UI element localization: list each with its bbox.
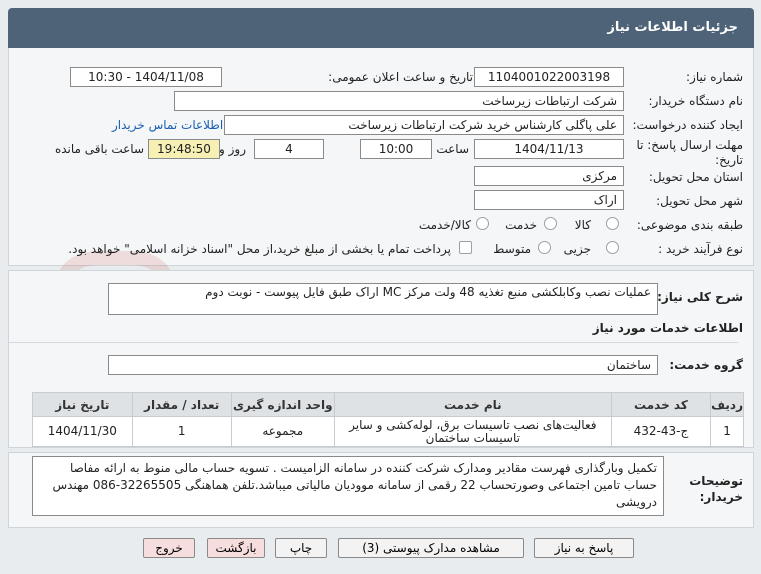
- buyer-notes-field: تکمیل وبارگذاری فهرست مقادیر ومدارک شرکت…: [32, 456, 664, 516]
- page-header: جزئیات اطلاعات نیاز: [8, 8, 754, 48]
- cell-unit: مجموعه: [230, 416, 335, 447]
- province-label: استان محل تحویل:: [648, 170, 743, 184]
- creator-field: علی پاگلی کارشناس خرید شرکت ارتباطات زیر…: [224, 115, 624, 135]
- service-group-label: گروه خدمت:: [669, 358, 743, 372]
- days-field: 4: [254, 139, 324, 159]
- process-option-minor: جزیی: [563, 242, 591, 256]
- service-group-field: ساختمان: [108, 355, 658, 375]
- notes-label: توضیحات: [689, 474, 743, 488]
- category-label: طبقه بندی موضوعی:: [636, 218, 743, 232]
- section-divider: [8, 342, 738, 343]
- deadline-date-field: 1404/11/13: [474, 139, 624, 159]
- remaining-label: ساعت باقی مانده: [54, 142, 144, 156]
- remaining-time-field: 19:48:50: [148, 139, 220, 159]
- table-row: 1 ج-43-432 فعالیت‌های نصب تاسیسات برق، ل…: [32, 416, 744, 447]
- cell-service-name: فعالیت‌های نصب تاسیسات برق، لوله‌کشی و س…: [333, 416, 612, 447]
- exit-button[interactable]: خروج: [143, 538, 195, 558]
- col-need-date: تاریخ نیاز: [32, 392, 133, 417]
- process-radio-minor[interactable]: [606, 241, 619, 254]
- buyer-contact-link[interactable]: اطلاعات تماس خریدار: [112, 118, 223, 132]
- city-field: اراک: [474, 190, 624, 210]
- days-label: روز و: [219, 142, 246, 156]
- category-option-service: خدمت: [505, 218, 537, 232]
- buyer-field: شرکت ارتباطات زیرساخت: [174, 91, 624, 111]
- process-radio-medium[interactable]: [538, 241, 551, 254]
- col-service-code: کد خدمت: [610, 392, 712, 417]
- col-service-name: نام خدمت: [333, 392, 612, 417]
- print-button[interactable]: چاپ: [275, 538, 327, 558]
- deadline-label: مهلت ارسال پاسخ: تا: [636, 138, 743, 152]
- deadline-date-label: تاریخ:: [715, 153, 743, 167]
- notes-label-buyer: خریدار:: [699, 490, 743, 504]
- buyer-label: نام دستگاه خریدار:: [648, 94, 744, 108]
- deadline-time-field: 10:00: [360, 139, 432, 159]
- category-option-goods-service: کالا/خدمت: [418, 218, 471, 232]
- deadline-time-label: ساعت: [436, 142, 469, 156]
- category-option-goods: کالا: [574, 218, 591, 232]
- services-table: ردیف کد خدمت نام خدمت واحد اندازه گیری ت…: [32, 392, 744, 447]
- announce-field: 1404/11/08 - 10:30: [70, 67, 222, 87]
- city-label: شهر محل تحویل:: [656, 194, 743, 208]
- summary-label: شرح کلی نیاز:: [657, 290, 743, 304]
- process-option-medium: متوسط: [493, 242, 531, 256]
- announce-label: تاریخ و ساعت اعلان عمومی:: [328, 70, 473, 84]
- cell-quantity: 1: [131, 416, 232, 447]
- reply-button[interactable]: پاسخ به نیاز: [534, 538, 634, 558]
- col-quantity: تعداد / مقدار: [131, 392, 232, 417]
- creator-label: ایجاد کننده درخواست:: [632, 118, 743, 132]
- page-title: جزئیات اطلاعات نیاز: [607, 20, 738, 35]
- process-label: نوع فرآیند خرید :: [658, 242, 743, 256]
- table-header-row: ردیف کد خدمت نام خدمت واحد اندازه گیری ت…: [32, 392, 744, 417]
- cell-need-date: 1404/11/30: [32, 416, 133, 447]
- col-row: ردیف: [710, 392, 744, 417]
- need-number-field: 1104001022003198: [474, 67, 624, 87]
- treasury-payment-checkbox[interactable]: [459, 241, 472, 254]
- category-radio-goods[interactable]: [606, 217, 619, 230]
- cell-service-code: ج-43-432: [610, 416, 712, 447]
- cell-row: 1: [710, 416, 744, 447]
- summary-field: عملیات نصب وکابلکشی منبع تغذیه 48 ولت مر…: [108, 283, 658, 315]
- need-number-label: شماره نیاز:: [686, 70, 743, 84]
- view-attachments-button[interactable]: مشاهده مدارک پیوستی (3): [338, 538, 524, 558]
- back-button[interactable]: بازگشت: [207, 538, 265, 558]
- services-section-title: اطلاعات خدمات مورد نیاز: [592, 321, 743, 335]
- category-radio-service[interactable]: [544, 217, 557, 230]
- col-unit: واحد اندازه گیری: [230, 392, 335, 417]
- category-radio-goods-service[interactable]: [476, 217, 489, 230]
- province-field: مرکزی: [474, 166, 624, 186]
- treasury-payment-note: پرداخت تمام یا بخشی از مبلغ خرید،از محل …: [68, 242, 451, 256]
